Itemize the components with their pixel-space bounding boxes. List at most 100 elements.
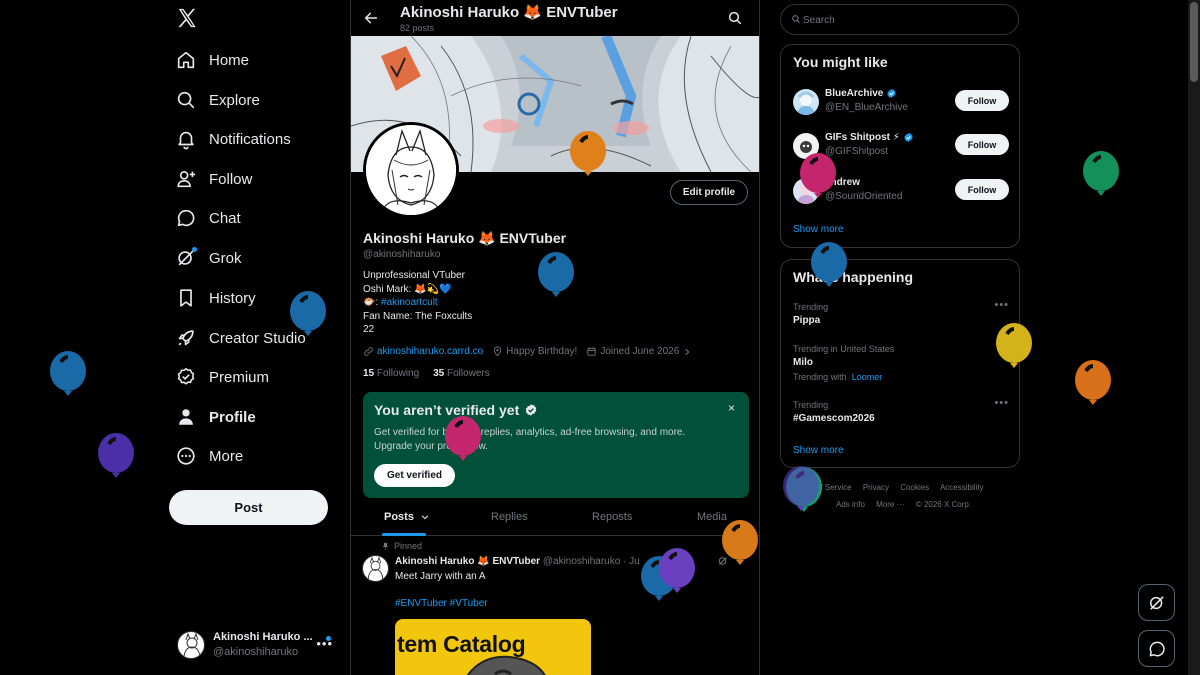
nav-follow[interactable]: Follow <box>175 164 252 194</box>
tab-posts-label: Posts <box>384 511 414 523</box>
balloon-icon <box>50 351 86 396</box>
avatar[interactable] <box>362 555 389 582</box>
search-box[interactable] <box>780 4 1019 35</box>
trend-item[interactable]: Trending Pippa ••• <box>793 299 1009 326</box>
follow-button[interactable]: Follow <box>955 179 1009 200</box>
profile-handle: @akinoshiharuko <box>363 249 441 260</box>
nav-history[interactable]: History <box>175 283 256 313</box>
nav-premium-label: Premium <box>209 368 270 386</box>
website-item: akinoshiharuko.carrd.co <box>363 346 483 357</box>
get-verified-button[interactable]: Get verified <box>374 464 455 487</box>
bookmark-icon <box>175 287 197 309</box>
trend-with-link[interactable]: Loomer <box>852 372 883 382</box>
nav-grok-label: Grok <box>209 249 242 267</box>
scrollbar-thumb[interactable] <box>1190 2 1198 82</box>
trend-item[interactable]: Trending #Gamescom2026 ••• <box>793 397 1009 424</box>
back-arrow-icon[interactable] <box>363 10 379 26</box>
chat-floating-button[interactable] <box>1138 630 1175 667</box>
post-hashtags[interactable]: #ENVTuber #VTuber <box>395 598 488 609</box>
follow-button[interactable]: Follow <box>955 134 1009 155</box>
nav-chat-label: Chat <box>209 209 241 227</box>
pin-icon <box>382 542 389 550</box>
profile-name: Akinoshi Haruko 🦊 ENVTuber <box>363 230 567 246</box>
trend-name: Pippa <box>793 315 821 326</box>
nav-home[interactable]: Home <box>175 45 249 75</box>
more-circle-icon <box>175 445 197 467</box>
nav-explore[interactable]: Explore <box>175 85 260 115</box>
suggestion-name-text: GIFs Shitpost ⚡ <box>825 132 900 143</box>
hashtag-link[interactable]: #akinoartcult <box>381 297 438 308</box>
profile-column: Akinoshi Haruko 🦊 ENVTuber 82 posts Edit… <box>350 0 760 675</box>
followers-label: Followers <box>446 368 490 379</box>
trend-context: Trending <box>793 302 829 312</box>
balloon-icon <box>570 131 606 176</box>
show-more-link[interactable]: Show more <box>793 445 844 456</box>
active-tab-indicator <box>382 533 426 536</box>
balloon-icon <box>659 548 695 593</box>
nav-follow-label: Follow <box>209 170 253 188</box>
post-text: Meet Jarry with an A <box>395 571 486 582</box>
search-input[interactable] <box>803 11 1003 29</box>
verified-badge-icon <box>887 88 896 98</box>
nav-notifications[interactable]: Notifications <box>175 124 291 154</box>
nav-chat[interactable]: Chat <box>175 203 241 233</box>
nav-profile[interactable]: Profile <box>175 402 256 432</box>
balloon-icon <box>538 252 574 297</box>
notification-dot <box>192 247 197 252</box>
footer-link[interactable]: Accessibility <box>940 483 984 492</box>
footer-link[interactable]: Ads info <box>836 500 865 509</box>
chat-icon <box>1149 641 1165 656</box>
balloon-icon <box>445 416 481 461</box>
post-button[interactable]: Post <box>169 490 328 525</box>
balloon-icon <box>1075 360 1111 405</box>
footer-link[interactable]: Privacy <box>863 483 889 492</box>
nav-more[interactable]: More <box>175 441 243 471</box>
panel-title: You might like <box>793 54 888 70</box>
following-count: 15 <box>363 368 375 379</box>
footer-link[interactable]: Cookies <box>900 483 929 492</box>
nav-explore-label: Explore <box>209 91 260 109</box>
trend-context: Trending in United States <box>793 344 895 354</box>
nav-notifications-label: Notifications <box>209 130 291 148</box>
nav-premium[interactable]: Premium <box>175 362 269 392</box>
trend-with-prefix: Trending with <box>793 372 847 382</box>
search-icon[interactable] <box>727 10 743 26</box>
account-switcher[interactable]: Akinoshi Haruko ... @akinoshiharuko ••• <box>177 628 345 662</box>
page-scrollbar[interactable] <box>1188 0 1200 675</box>
post-author[interactable]: Akinoshi Haruko 🦊 ENVTuber <box>395 556 540 567</box>
more-icon[interactable]: ••• <box>994 299 1009 311</box>
show-more-link[interactable]: Show more <box>793 224 844 235</box>
tab-reposts[interactable]: Reposts <box>592 511 632 523</box>
bio-prefix: 🐡: <box>363 297 382 309</box>
profile-avatar[interactable] <box>363 122 459 218</box>
close-icon[interactable]: × <box>728 401 735 415</box>
verified-badge-icon <box>904 132 913 142</box>
birthday-text: Happy Birthday! <box>506 346 578 357</box>
trend-name: #Gamescom2026 <box>793 413 875 424</box>
edit-profile-button[interactable]: Edit profile <box>670 180 748 205</box>
chevron-down-icon <box>421 515 429 520</box>
tab-posts[interactable]: Posts <box>384 511 430 523</box>
avatar <box>793 89 819 115</box>
tab-replies[interactable]: Replies <box>491 511 528 523</box>
following-link[interactable]: 15 Following <box>363 368 419 379</box>
suggestion-item[interactable]: BlueArchive @EN_BlueArchive Follow <box>793 88 1009 122</box>
joined-text: Joined June 2026 <box>600 346 680 357</box>
followers-link[interactable]: 35 Followers <box>433 368 490 379</box>
grok-floating-button[interactable] <box>1138 584 1175 621</box>
verified-icon <box>175 366 197 388</box>
nav-grok[interactable]: Grok <box>175 243 242 273</box>
nav-creator-studio[interactable]: Creator Studio <box>175 323 306 353</box>
x-logo-icon[interactable] <box>176 7 198 29</box>
more-icon[interactable]: ••• <box>994 397 1009 409</box>
post-media[interactable]: tem Catalog <box>395 619 591 675</box>
footer-link[interactable]: More ··· <box>876 500 904 509</box>
verified-badge-icon <box>525 404 537 416</box>
footer-copyright: © 2026 X Corp. <box>915 500 972 509</box>
follow-button[interactable]: Follow <box>955 90 1009 111</box>
balloon-icon <box>1083 151 1119 196</box>
trend-item[interactable]: Trending in United States Milo Trending … <box>793 344 1009 382</box>
pinned-label: Pinned <box>394 541 423 551</box>
person-add-icon <box>175 168 197 190</box>
website-link[interactable]: akinoshiharuko.carrd.co <box>377 346 483 357</box>
